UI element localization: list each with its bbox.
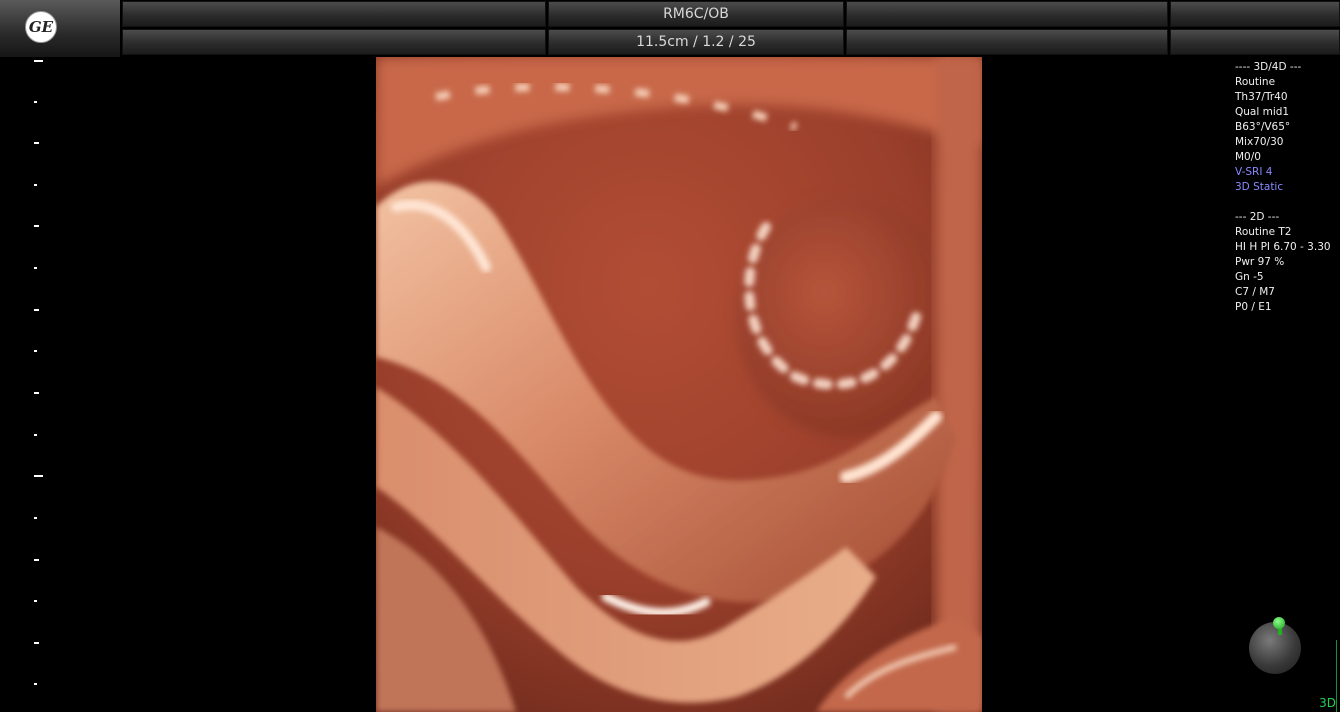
header-cell-7	[846, 29, 1168, 55]
render-mode: 3D Static	[1235, 181, 1284, 193]
scale-tick	[34, 434, 37, 436]
param-line: C7 / M7	[1235, 286, 1275, 298]
scale-tick	[34, 225, 39, 227]
ultrasound-3d-render[interactable]	[376, 57, 982, 712]
section-2d-header: --- 2D ---	[1235, 211, 1280, 223]
scale-tick	[34, 267, 37, 269]
scale-tick	[34, 600, 37, 602]
fetal-render-image	[376, 57, 982, 712]
param-line: Routine T2	[1235, 226, 1292, 238]
param-line: P0 / E1	[1235, 301, 1272, 313]
orientation-ball-icon[interactable]	[1249, 622, 1301, 674]
scale-tick	[34, 309, 39, 311]
scale-tick	[34, 142, 39, 144]
scale-tick	[34, 184, 37, 186]
scale-tick	[34, 559, 39, 561]
orientation-marker-icon	[1273, 617, 1285, 629]
mode-label: 3D	[1319, 696, 1336, 710]
header-cell-3	[846, 1, 1168, 27]
param-line: Qual mid1	[1235, 106, 1290, 118]
scale-tick	[34, 642, 39, 644]
header-cell-4	[1170, 1, 1340, 27]
ge-logo-icon: GE	[25, 11, 57, 43]
scale-tick	[34, 683, 37, 685]
section-3d-header: ---- 3D/4D ---	[1235, 61, 1302, 73]
param-line: Pwr 97 %	[1235, 256, 1285, 268]
scale-tick	[34, 101, 37, 103]
probe-preset[interactable]: RM6C/OB	[548, 1, 844, 27]
top-bar: GE RM6C/OB 11.5cm / 1.2 / 25	[0, 0, 1340, 57]
header-cell-1	[122, 1, 546, 27]
scale-tick	[34, 475, 43, 477]
param-line: Routine	[1235, 76, 1276, 88]
corner-indicator-line	[1336, 640, 1337, 712]
scale-tick	[34, 350, 37, 352]
header-cell-5	[122, 29, 546, 55]
scale-tick	[34, 60, 43, 62]
header-cell-8	[1170, 29, 1340, 55]
scale-tick	[34, 517, 37, 519]
param-line: M0/0	[1235, 151, 1261, 163]
logo-area: GE	[0, 0, 120, 57]
parameter-panel: ---- 3D/4D --- Routine Th37/Tr40 Qual mi…	[1235, 60, 1340, 315]
param-line: B63°/V65°	[1235, 121, 1291, 133]
depth-scale	[0, 57, 60, 712]
param-line: Th37/Tr40	[1235, 91, 1288, 103]
param-line: Gn -5	[1235, 271, 1264, 283]
vsri-setting: V-SRI 4	[1235, 166, 1273, 178]
depth-info: 11.5cm / 1.2 / 25	[548, 29, 844, 55]
scale-tick	[34, 392, 39, 394]
param-line: Mix70/30	[1235, 136, 1284, 148]
param-line: HI H PI 6.70 - 3.30	[1235, 241, 1331, 253]
